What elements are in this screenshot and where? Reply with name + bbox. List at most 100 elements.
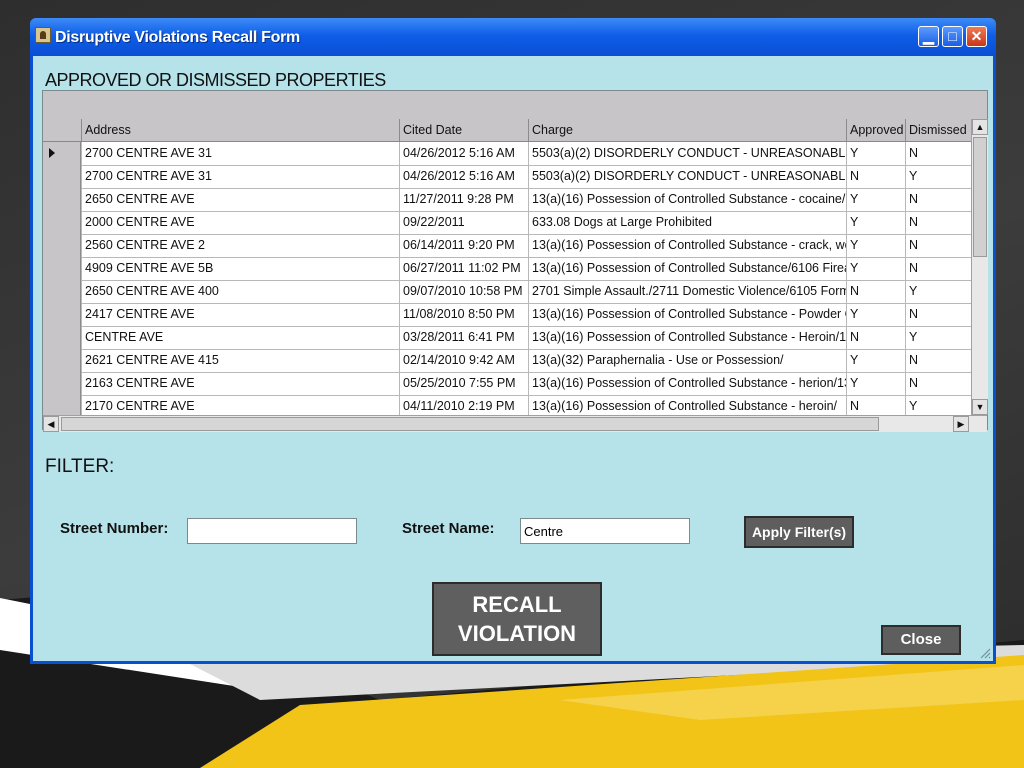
row-selector[interactable] [43, 326, 81, 349]
cell-cited-date[interactable]: 04/26/2012 5:16 AM [399, 142, 528, 165]
cell-approved[interactable]: Y [846, 211, 905, 234]
cell-address[interactable]: 2560 CENTRE AVE 2 [81, 234, 399, 257]
row-selector[interactable] [43, 142, 81, 165]
cell-approved[interactable]: Y [846, 257, 905, 280]
row-selector[interactable] [43, 303, 81, 326]
row-selector[interactable] [43, 211, 81, 234]
minimize-button[interactable]: ▁ [918, 26, 939, 47]
close-window-button[interactable]: ✕ [966, 26, 987, 47]
vertical-scroll-thumb[interactable] [973, 137, 987, 257]
maximize-button[interactable]: □ [942, 26, 963, 47]
cell-cited-date[interactable]: 06/14/2011 9:20 PM [399, 234, 528, 257]
cell-dismissed[interactable]: N [905, 257, 971, 280]
cell-cited-date[interactable]: 11/27/2011 9:28 PM [399, 188, 528, 211]
column-header-charge[interactable]: Charge [528, 119, 846, 141]
resize-grip-icon[interactable] [979, 647, 991, 659]
cell-dismissed[interactable]: Y [905, 280, 971, 303]
cell-charge[interactable]: 13(a)(16) Possession of Controlled Subst… [528, 372, 846, 395]
cell-address[interactable]: 2700 CENTRE AVE 31 [81, 142, 399, 165]
cell-address[interactable]: 2417 CENTRE AVE [81, 303, 399, 326]
table-row[interactable]: 2700 CENTRE AVE 31 04/26/2012 5:16 AM 5503… [43, 142, 971, 166]
cell-approved[interactable]: N [846, 326, 905, 349]
row-selector[interactable] [43, 372, 81, 395]
table-row[interactable]: 2560 CENTRE AVE 2 06/14/2011 9:20 PM 13(a)… [43, 234, 971, 258]
cell-dismissed[interactable]: Y [905, 395, 971, 415]
cell-address[interactable]: CENTRE AVE [81, 326, 399, 349]
table-row[interactable]: 4909 CENTRE AVE 5B 06/27/2011 11:02 PM 13(… [43, 257, 971, 281]
street-name-input[interactable] [520, 518, 690, 544]
row-selector[interactable] [43, 188, 81, 211]
cell-charge[interactable]: 13(a)(32) Paraphernalia - Use or Possess… [528, 349, 846, 372]
cell-cited-date[interactable]: 09/07/2010 10:58 PM [399, 280, 528, 303]
column-header-dismissed[interactable]: Dismissed [905, 119, 971, 141]
cell-cited-date[interactable]: 11/08/2010 8:50 PM [399, 303, 528, 326]
properties-grid[interactable]: Address Cited Date Charge Approved Dismi… [42, 90, 988, 432]
cell-dismissed[interactable]: N [905, 188, 971, 211]
row-selector[interactable] [43, 257, 81, 280]
table-row[interactable]: 2700 CENTRE AVE 31 04/26/2012 5:16 AM 5503… [43, 165, 971, 189]
cell-cited-date[interactable]: 04/26/2012 5:16 AM [399, 165, 528, 188]
table-row[interactable]: 2417 CENTRE AVE 11/08/2010 8:50 PM 13(a)(1… [43, 303, 971, 327]
cell-charge[interactable]: 13(a)(16) Possession of Controlled Subst… [528, 188, 846, 211]
cell-cited-date[interactable]: 06/27/2011 11:02 PM [399, 257, 528, 280]
row-selector[interactable] [43, 280, 81, 303]
table-row[interactable]: 2163 CENTRE AVE 05/25/2010 7:55 PM 13(a)(1… [43, 372, 971, 396]
cell-dismissed[interactable]: N [905, 303, 971, 326]
cell-dismissed[interactable]: N [905, 234, 971, 257]
cell-cited-date[interactable]: 05/25/2010 7:55 PM [399, 372, 528, 395]
cell-address[interactable]: 2650 CENTRE AVE 400 [81, 280, 399, 303]
cell-approved[interactable]: Y [846, 349, 905, 372]
table-row[interactable]: 2650 CENTRE AVE 11/27/2011 9:28 PM 13(a)(1… [43, 188, 971, 212]
column-header-cited-date[interactable]: Cited Date [399, 119, 528, 141]
cell-charge[interactable]: 13(a)(16) Possession of Controlled Subst… [528, 303, 846, 326]
row-selector[interactable] [43, 165, 81, 188]
cell-cited-date[interactable]: 02/14/2010 9:42 AM [399, 349, 528, 372]
cell-dismissed[interactable]: Y [905, 165, 971, 188]
cell-dismissed[interactable]: N [905, 142, 971, 165]
cell-address[interactable]: 2163 CENTRE AVE [81, 372, 399, 395]
cell-dismissed[interactable]: N [905, 211, 971, 234]
cell-charge[interactable]: 2701 Simple Assault./2711 Domestic Viole… [528, 280, 846, 303]
title-bar[interactable]: Disruptive Violations Recall Form ▁ □ ✕ [30, 18, 996, 56]
cell-charge[interactable]: 13(a)(16) Possession of Controlled Subst… [528, 234, 846, 257]
cell-charge[interactable]: 5503(a)(2) DISORDERLY CONDUCT - UNREASON… [528, 165, 846, 188]
table-row[interactable]: 2621 CENTRE AVE 415 02/14/2010 9:42 AM 13(… [43, 349, 971, 373]
cell-approved[interactable]: Y [846, 372, 905, 395]
apply-filter-button[interactable]: Apply Filter(s) [744, 516, 854, 548]
cell-dismissed[interactable]: Y [905, 326, 971, 349]
cell-approved[interactable]: N [846, 395, 905, 415]
cell-address[interactable]: 2650 CENTRE AVE [81, 188, 399, 211]
horizontal-scroll-thumb[interactable] [61, 417, 879, 431]
street-number-input[interactable] [187, 518, 357, 544]
row-selector[interactable] [43, 349, 81, 372]
cell-approved[interactable]: Y [846, 234, 905, 257]
cell-cited-date[interactable]: 04/11/2010 2:19 PM [399, 395, 528, 415]
cell-charge[interactable]: 13(a)(16) Possession of Controlled Subst… [528, 257, 846, 280]
cell-address[interactable]: 2000 CENTRE AVE [81, 211, 399, 234]
cell-charge[interactable]: 633.08 Dogs at Large Prohibited [528, 211, 846, 234]
vertical-scrollbar[interactable]: ▲ ▼ [971, 119, 988, 415]
cell-approved[interactable]: Y [846, 188, 905, 211]
cell-approved[interactable]: N [846, 280, 905, 303]
cell-approved[interactable]: Y [846, 142, 905, 165]
column-header-address[interactable]: Address [81, 119, 399, 141]
table-row[interactable]: 2000 CENTRE AVE 09/22/2011 633.08 Dogs at … [43, 211, 971, 235]
scroll-left-arrow-icon[interactable]: ◀ [43, 416, 59, 432]
cell-dismissed[interactable]: N [905, 372, 971, 395]
row-selector[interactable] [43, 395, 81, 415]
table-row[interactable]: CENTRE AVE 03/28/2011 6:41 PM 13(a)(16) Po… [43, 326, 971, 350]
row-selector[interactable] [43, 234, 81, 257]
table-row[interactable]: 2650 CENTRE AVE 400 09/07/2010 10:58 PM 27… [43, 280, 971, 304]
scroll-right-arrow-icon[interactable]: ▶ [953, 416, 969, 432]
cell-charge[interactable]: 13(a)(16) Possession of Controlled Subst… [528, 395, 846, 415]
cell-address[interactable]: 2621 CENTRE AVE 415 [81, 349, 399, 372]
cell-address[interactable]: 4909 CENTRE AVE 5B [81, 257, 399, 280]
cell-cited-date[interactable]: 03/28/2011 6:41 PM [399, 326, 528, 349]
cell-cited-date[interactable]: 09/22/2011 [399, 211, 528, 234]
cell-dismissed[interactable]: N [905, 349, 971, 372]
column-header-approved[interactable]: Approved [846, 119, 905, 141]
horizontal-scrollbar[interactable]: ◀ ▶ [43, 415, 987, 432]
cell-charge[interactable]: 5503(a)(2) DISORDERLY CONDUCT - UNREASON… [528, 142, 846, 165]
cell-approved[interactable]: Y [846, 303, 905, 326]
cell-approved[interactable]: N [846, 165, 905, 188]
